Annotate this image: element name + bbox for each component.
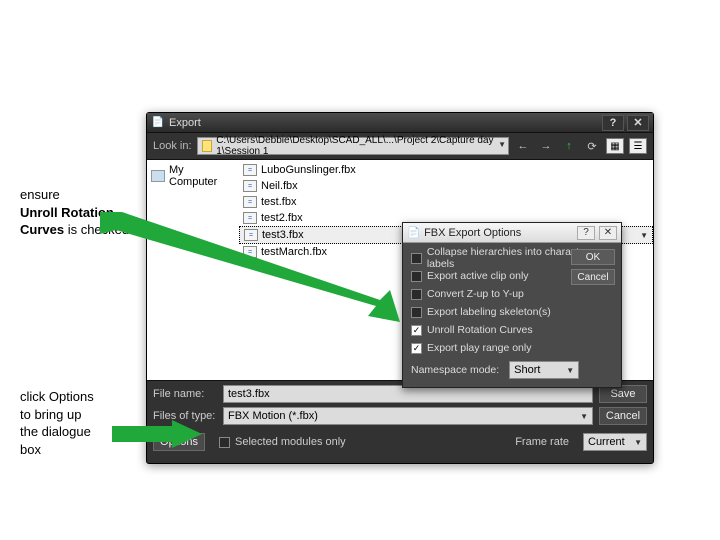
ann-text: the dialogue [20,424,91,439]
lookin-path-text: C:\Users\Debbie\Desktop\SCAD_ALL\...\Pro… [216,135,504,157]
cancel-button[interactable]: Cancel [599,407,647,425]
framerate-select[interactable]: Current [583,433,647,451]
bottom-form: File name: Save Files of type: FBX Motio… [147,381,653,429]
file-name: test.fbx [261,196,296,208]
file-icon: = [243,164,257,176]
ann-text: click Options [20,389,94,404]
sidebar-label: My Computer [169,164,235,188]
popup-help-button[interactable]: ? [577,226,595,240]
opt-label: Convert Z-up to Y-up [427,288,524,300]
popup-ok-button[interactable]: OK [571,249,615,265]
filetype-value: FBX Motion (*.fbx) [228,410,318,422]
opt-labeling-skeleton[interactable]: Export labeling skeleton(s) [411,303,615,321]
popup-cancel-button[interactable]: Cancel [571,269,615,285]
file-icon: = [243,180,257,192]
close-button[interactable]: ✕ [627,115,649,131]
checkbox-icon [411,307,422,318]
fbx-options-popup: 📄 FBX Export Options ? ✕ OK Cancel Colla… [402,222,622,388]
footer-row: Options Selected modules only Frame rate… [147,429,653,455]
lookin-row: Look in: C:\Users\Debbie\Desktop\SCAD_AL… [147,133,653,159]
nav-forward-button[interactable]: → [537,137,555,155]
namespace-row: Namespace mode: Short [411,361,615,379]
titlebar: 📄 Export ? ✕ [147,113,653,133]
filename-label: File name: [153,388,217,400]
chevron-down-icon: ▼ [498,140,506,149]
opt-play-range[interactable]: Export play range only [411,339,615,357]
selected-modules-label: Selected modules only [235,436,346,448]
popup-title: FBX Export Options [424,227,573,239]
computer-icon [151,170,165,182]
ann-text: to bring up [20,407,81,422]
selected-modules-checkbox[interactable]: Selected modules only [219,436,346,448]
folder-icon [202,140,213,152]
popup-titlebar: 📄 FBX Export Options ? ✕ [403,223,621,243]
nav-back-button[interactable]: ← [514,137,532,155]
checkbox-icon [411,289,422,300]
opt-zup[interactable]: Convert Z-up to Y-up [411,285,615,303]
file-item[interactable]: = LuboGunslinger.fbx [239,162,653,178]
checkbox-icon [219,437,230,448]
annotation-options: click Options to bring up the dialogue b… [20,388,120,458]
view-grid-button[interactable]: ▦ [606,138,624,154]
opt-label: Export active clip only [427,270,529,282]
filetype-select[interactable]: FBX Motion (*.fbx) [223,407,593,425]
checkbox-icon [411,253,422,264]
file-name: Neil.fbx [261,180,298,192]
opt-label: Export labeling skeleton(s) [427,306,551,318]
opt-label: Unroll Rotation Curves [427,324,533,336]
app-icon: 📄 [151,116,165,130]
file-name: LuboGunslinger.fbx [261,164,356,176]
arrow-unroll [100,212,400,322]
framerate-value: Current [588,436,625,448]
ann-text: box [20,442,41,457]
checkbox-icon [411,271,422,282]
opt-unroll-rotation[interactable]: Unroll Rotation Curves [411,321,615,339]
namespace-value: Short [514,364,540,376]
ann-text: ensure [20,187,60,202]
framerate-label: Frame rate [515,436,569,448]
checkbox-icon [411,325,422,336]
file-icon: = [243,196,257,208]
file-item[interactable]: = test.fbx [239,194,653,210]
lookin-path[interactable]: C:\Users\Debbie\Desktop\SCAD_ALL\...\Pro… [197,137,509,155]
file-item[interactable]: = Neil.fbx [239,178,653,194]
checkbox-icon [411,343,422,354]
nav-up-button[interactable]: ↑ [560,137,578,155]
lookin-label: Look in: [153,140,192,152]
help-button[interactable]: ? [602,115,624,131]
namespace-select[interactable]: Short [509,361,579,379]
view-list-button[interactable]: ☰ [629,138,647,154]
popup-icon: 📄 [407,226,420,239]
sidebar-my-computer[interactable]: My Computer [151,164,235,188]
window-title: Export [169,117,599,129]
arrow-options [112,420,202,448]
popup-close-button[interactable]: ✕ [599,226,617,240]
nav-reload-button[interactable]: ⟳ [583,137,601,155]
namespace-label: Namespace mode: [411,364,499,376]
popup-body: OK Cancel Collapse hierarchies into char… [403,243,621,387]
opt-label: Export play range only [427,342,531,354]
